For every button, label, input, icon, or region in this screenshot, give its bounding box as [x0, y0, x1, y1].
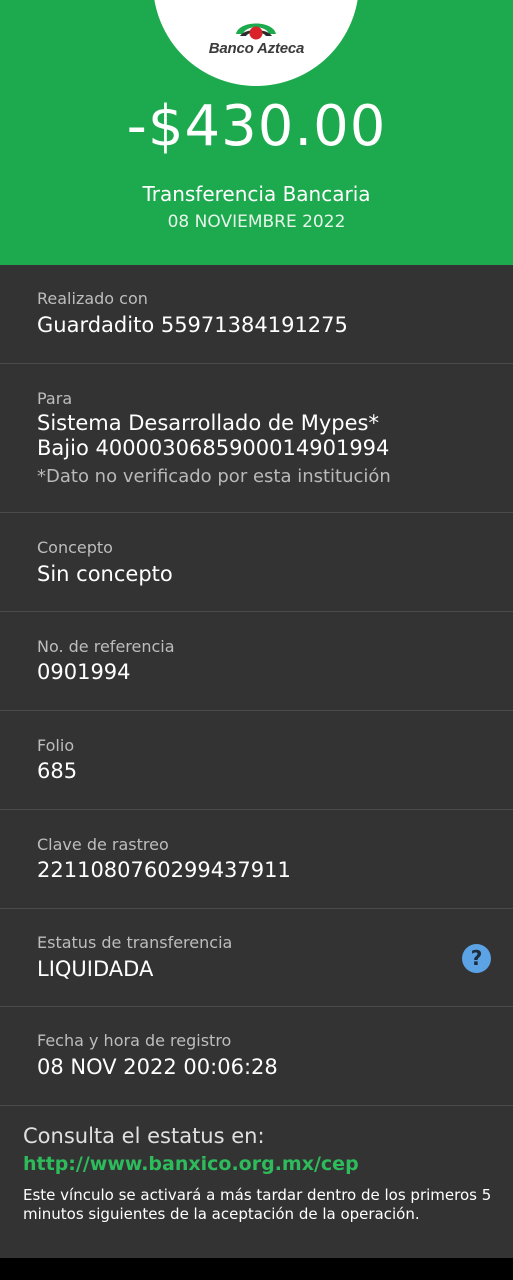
- detail-label: Folio: [37, 736, 75, 755]
- detail-label: No. de referencia: [37, 637, 175, 656]
- banxico-cep-link[interactable]: http://www.banxico.org.mx/cep: [23, 1153, 359, 1175]
- detail-value: Guardadito 55971384191275: [37, 313, 348, 337]
- detail-row-referencia: No. de referencia 0901994: [0, 612, 513, 711]
- bank-name: Banco Azteca: [208, 40, 305, 57]
- help-question-icon[interactable]: ?: [462, 944, 491, 973]
- detail-label: Para: [37, 389, 73, 408]
- receipt-screen: Banco Azteca -$430.00 Transferencia Banc…: [0, 0, 513, 1258]
- recipient-account: Bajio 4000030685900014901994: [37, 436, 390, 460]
- detail-row-fecha-registro: Fecha y hora de registro 08 NOV 2022 00:…: [0, 1007, 513, 1106]
- transaction-date: 08 NOVIEMBRE 2022: [167, 212, 346, 232]
- recipient-name: Sistema Desarrollado de Mypes*: [37, 411, 379, 435]
- detail-value: Sin concepto: [37, 562, 173, 586]
- detail-row-concepto: Concepto Sin concepto: [0, 513, 513, 612]
- unverified-note: *Dato no verificado por esta institución: [37, 466, 391, 487]
- detail-row-para: Para Sistema Desarrollado de Mypes* Baji…: [0, 364, 513, 513]
- detail-label: Estatus de transferencia: [37, 933, 233, 952]
- detail-value: 08 NOV 2022 00:06:28: [37, 1055, 278, 1079]
- transaction-amount: -$430.00: [126, 94, 387, 159]
- detail-row-folio: Folio 685: [0, 711, 513, 810]
- transaction-type: Transferencia Bancaria: [142, 182, 371, 206]
- detail-row-estatus: Estatus de transferencia LIQUIDADA: [0, 909, 513, 1007]
- detail-value: 685: [37, 759, 78, 783]
- transfer-status: LIQUIDADA: [37, 957, 154, 981]
- detail-value: 2211080760299437911: [37, 858, 291, 882]
- detail-label: Realizado con: [37, 289, 148, 308]
- status-check-title: Consulta el estatus en:: [23, 1124, 265, 1148]
- detail-label: Concepto: [37, 538, 113, 557]
- detail-label: Fecha y hora de registro: [37, 1031, 232, 1050]
- detail-value: 0901994: [37, 660, 131, 684]
- detail-label: Clave de rastreo: [37, 835, 169, 854]
- receipt-header: Banco Azteca -$430.00 Transferencia Banc…: [0, 0, 513, 265]
- link-activation-note: Este vínculo se activará a más tardar de…: [23, 1186, 492, 1223]
- detail-row-realizado-con: Realizado con Guardadito 55971384191275: [0, 265, 513, 364]
- detail-row-clave-rastreo: Clave de rastreo 2211080760299437911: [0, 810, 513, 909]
